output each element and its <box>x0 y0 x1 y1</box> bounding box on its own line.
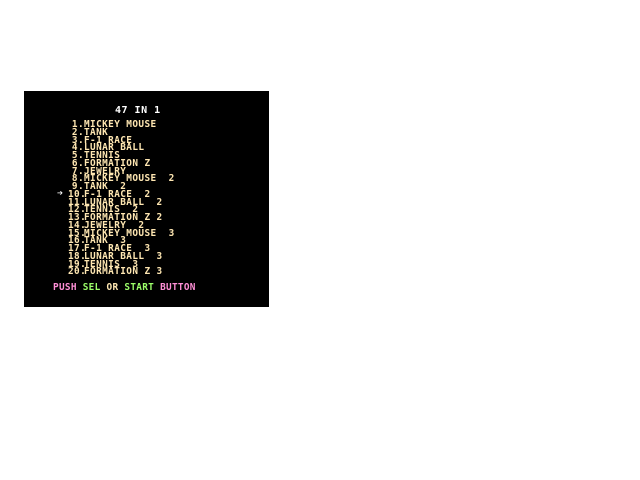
menu-item-number: 20. <box>68 266 87 278</box>
prompt-push: PUSH <box>53 282 77 293</box>
prompt-sel: SEL <box>82 282 101 293</box>
prompt-button: BUTTON <box>160 282 196 293</box>
menu-item-20[interactable]: 20.FORMATION Z 3 <box>68 266 175 278</box>
game-screen: 47 IN 1 1.MICKEY MOUSE 2.TANK 3.F-1 RACE… <box>24 91 269 307</box>
prompt-or: OR <box>106 282 119 293</box>
start-prompt: PUSH SEL OR START BUTTON <box>53 282 196 294</box>
menu-item-label: FORMATION Z 3 <box>84 266 163 278</box>
arrow-right-icon: ➔ <box>57 187 64 199</box>
menu-title: 47 IN 1 <box>115 105 161 116</box>
prompt-start: START <box>124 282 155 293</box>
game-menu: 1.MICKEY MOUSE 2.TANK 3.F-1 RACE 4.LUNAR… <box>57 120 175 278</box>
